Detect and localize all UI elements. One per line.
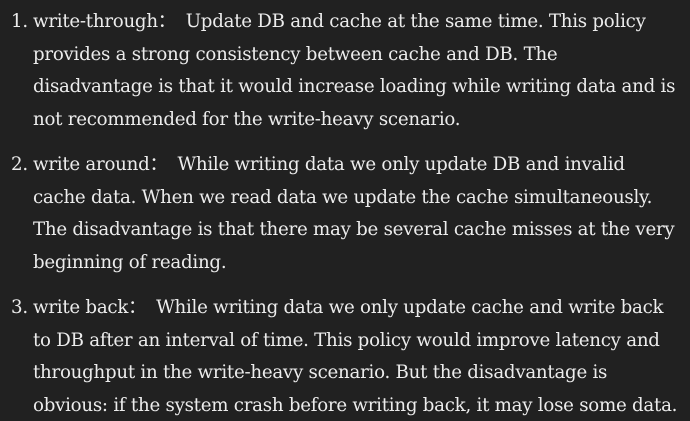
list-item-write-around: 2. write around： While writing data we on… <box>0 149 690 279</box>
list-item-write-through: 1. write-through： Update DB and cache at … <box>0 6 690 136</box>
policy-term: write back： <box>33 297 147 318</box>
list-item-write-back: 3. write back： While writing data we only… <box>0 292 690 421</box>
list-number: 3. <box>11 297 28 318</box>
cache-write-policy-list: 1. write-through： Update DB and cache at … <box>0 6 690 421</box>
list-number: 1. <box>11 11 28 32</box>
document-body: 1. write-through： Update DB and cache at … <box>0 0 690 421</box>
policy-term: write around： <box>33 154 168 175</box>
list-number: 2. <box>11 154 28 175</box>
policy-term: write-through： <box>33 11 176 32</box>
